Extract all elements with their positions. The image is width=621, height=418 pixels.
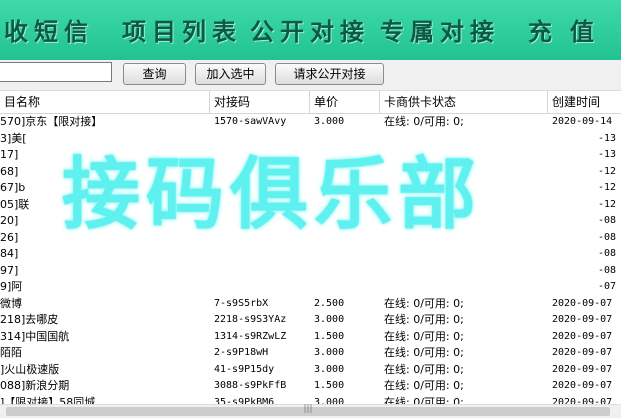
cell-status: 在线: 0/可用: 0; xyxy=(384,115,464,128)
cell-name: 3]美[ xyxy=(0,131,27,145)
cell-price: 3.000 xyxy=(314,347,345,358)
scrollbar-thumb[interactable]: ||| xyxy=(6,404,610,416)
search-input[interactable] xyxy=(0,62,112,82)
table-header: 目名称 对接码 单价 卡商供卡状态 创建时间 xyxy=(0,91,621,114)
table-row[interactable]: 20] -08 xyxy=(0,213,621,230)
cell-name: 微博 xyxy=(0,296,22,310)
nav-exclusive-docking[interactable]: 专属对接 xyxy=(380,12,500,48)
cell-date: -08 xyxy=(598,215,617,226)
table-row[interactable]: 微博 7-s9S5rbX 2.500 在线: 0/可用: 0; 2020-09-07 xyxy=(0,296,621,313)
nav-recharge[interactable]: 充值 xyxy=(528,12,612,48)
cell-status: 在线: 0/可用: 0; xyxy=(384,346,464,359)
cell-date: 2020-09-07 xyxy=(552,347,613,358)
table-row[interactable]: 218]去哪皮 2218-s9S3YAz 3.000 在线: 0/可用: 0; 2020… xyxy=(0,312,621,329)
nav-public-docking[interactable]: 公开对接 xyxy=(250,12,370,48)
table-row[interactable]: 67]b -12 xyxy=(0,180,621,197)
cell-status: 在线: 0/可用: 0; xyxy=(384,329,464,343)
cell-status: 在线: 0/可用: 0; xyxy=(384,395,464,405)
cell-status: 在线: 0/可用: 0; xyxy=(384,362,464,376)
cell-code: 2218-s9S3YAz xyxy=(214,314,287,325)
table-row[interactable]: ]【限对接】58同城 35-s9PkBM6 3.000 在线: 0/可用: 0; 202… xyxy=(0,395,621,405)
cell-date: 2020-09-07 xyxy=(552,363,613,375)
cell-name: 17] xyxy=(0,148,19,161)
table-row[interactable]: 3]美[ -13 xyxy=(0,131,621,148)
cell-date: -08 xyxy=(598,231,617,243)
table-row[interactable]: 9]阿 -07 xyxy=(0,279,621,296)
cell-status: 在线: 0/可用: 0; xyxy=(384,296,464,310)
cell-price: 1.500 xyxy=(314,330,345,342)
cell-name: 陌陌 xyxy=(0,346,22,359)
cell-date: 2020-09-07 xyxy=(552,380,613,391)
cell-code: 1570-sawVAvy xyxy=(214,116,287,127)
col-header-card-status[interactable]: 卡商供卡状态 xyxy=(380,91,548,113)
cell-name: 314]中国国航 xyxy=(0,329,70,343)
cell-price: 3.000 xyxy=(314,116,345,127)
cell-name: 67]b xyxy=(0,181,26,194)
cell-name: ]火山极速版 xyxy=(0,362,60,376)
query-button[interactable]: 查询 xyxy=(123,63,186,85)
col-header-project-name[interactable]: 目名称 xyxy=(0,91,210,113)
horizontal-scrollbar[interactable]: ||| xyxy=(0,404,621,418)
cell-date: -12 xyxy=(598,165,617,177)
cell-date: 2020-09-14 xyxy=(552,116,613,127)
cell-name: 97] xyxy=(0,263,19,277)
cell-name: 84] xyxy=(0,247,19,260)
cell-date: 2020-09-07 xyxy=(552,330,613,342)
cell-date: -13 xyxy=(598,149,617,160)
cell-date: -08 xyxy=(598,248,617,259)
cell-status: 在线: 0/可用: 0; xyxy=(384,313,464,326)
cell-name: 218]去哪皮 xyxy=(0,313,59,326)
table-row[interactable]: 17] -13 xyxy=(0,147,621,164)
table-row[interactable]: 陌陌 2-s9P18wH 3.000 在线: 0/可用: 0; 2020-09-07 xyxy=(0,345,621,362)
cell-code: 2-s9P18wH xyxy=(214,347,269,358)
cell-name: 68] xyxy=(0,164,19,178)
cell-price: 3.000 xyxy=(314,396,345,405)
nav-project-list[interactable]: 项目列表 xyxy=(122,12,242,48)
cell-name: 05]联 xyxy=(0,197,30,211)
project-table: 目名称 对接码 单价 卡商供卡状态 创建时间 570]京东【限对接】 1570-s… xyxy=(0,91,621,404)
col-header-docking-code[interactable]: 对接码 xyxy=(210,91,310,113)
table-row[interactable]: 570]京东【限对接】 1570-sawVAvy 3.000 在线: 0/可用: 0;… xyxy=(0,114,621,131)
scroll-grip-icon: ||| xyxy=(303,404,313,414)
table-row[interactable]: ]火山极速版 41-s9P15dy 3.000 在线: 0/可用: 0; 2020-09… xyxy=(0,362,621,379)
cell-name: 088]新浪分期 xyxy=(0,379,70,392)
cell-price: 1.500 xyxy=(314,380,345,391)
cell-name: ]【限对接】58同城 xyxy=(0,395,96,405)
cell-status: 在线: 0/可用: 0; xyxy=(384,379,464,392)
request-public-docking-button[interactable]: 请求公开对接 xyxy=(275,63,384,85)
cell-price: 3.000 xyxy=(314,314,345,325)
cell-code: 1314-s9RZwLZ xyxy=(214,330,287,342)
table-row[interactable]: 088]新浪分期 3088-s9PkFfB 1.500 在线: 0/可用: 0; 202… xyxy=(0,378,621,395)
top-nav-bar: 收短信 项目列表 公开对接 专属对接 充值 xyxy=(0,0,621,60)
add-selected-button[interactable]: 加入选中 xyxy=(195,63,266,85)
table-row[interactable]: 68] -12 xyxy=(0,164,621,181)
table-row[interactable]: 97] -08 xyxy=(0,263,621,280)
nav-receive-sms[interactable]: 收短信 xyxy=(4,12,94,48)
cell-price: 2.500 xyxy=(314,297,345,309)
cell-date: -13 xyxy=(598,132,617,144)
cell-date: -12 xyxy=(598,182,617,193)
cell-date: 2020-09-07 xyxy=(552,396,613,405)
cell-name: 570]京东【限对接】 xyxy=(0,115,103,128)
table-row[interactable]: 84] -08 xyxy=(0,246,621,263)
cell-date: 2020-09-07 xyxy=(552,297,613,309)
col-header-created-time[interactable]: 创建时间 xyxy=(548,91,621,113)
table-row[interactable]: 26] -08 xyxy=(0,230,621,247)
cell-code: 41-s9P15dy xyxy=(214,363,275,375)
cell-date: -08 xyxy=(598,264,617,276)
cell-name: 26] xyxy=(0,230,19,244)
cell-code: 3088-s9PkFfB xyxy=(214,380,287,391)
cell-code: 7-s9S5rbX xyxy=(214,297,269,309)
cell-code: 35-s9PkBM6 xyxy=(214,396,275,405)
cell-name: 9]阿 xyxy=(0,280,23,293)
cell-date: -12 xyxy=(598,198,617,210)
col-header-price[interactable]: 单价 xyxy=(310,91,380,113)
cell-name: 20] xyxy=(0,214,19,227)
table-row[interactable]: 314]中国国航 1314-s9RZwLZ 1.500 在线: 0/可用: 0; 202… xyxy=(0,329,621,346)
cell-price: 3.000 xyxy=(314,363,345,375)
table-row[interactable]: 05]联 -12 xyxy=(0,197,621,214)
cell-date: -07 xyxy=(598,281,617,292)
cell-date: 2020-09-07 xyxy=(552,314,613,325)
